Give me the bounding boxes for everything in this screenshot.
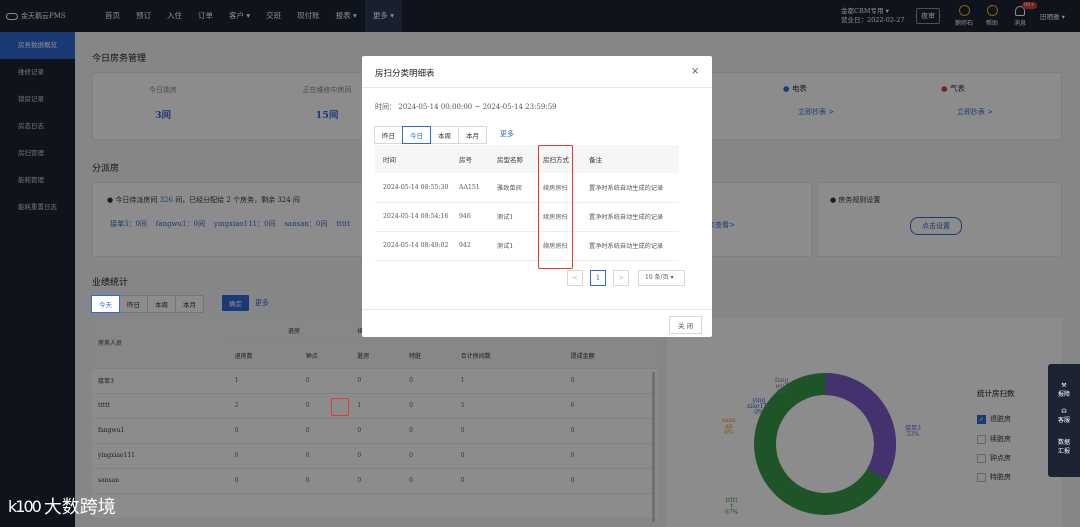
modal-close-button[interactable]: 关 闭 [669,316,703,334]
page-next-button[interactable]: > [613,270,629,286]
wrench-icon: ⚒ [1061,382,1067,389]
cell-room: 946 [451,202,489,232]
perf-tab-today[interactable]: 今天 [91,295,120,313]
cell-time: 2024-05-14 08:55:30 [375,173,451,203]
table-row: 2024-05-14 08:54:16 946 测试1 续房房扫 置净时系统自动生成的记… [375,202,679,232]
float-toolbar: ⚒ 报障 ☊ 客服 数据 汇报 [1048,364,1080,477]
modal-tab-yesterday[interactable]: 昨日 [374,126,403,144]
modal-table: 时间 房号 房型名称 房扫方式 备注 2024-05-14 08:55:30 AA… [375,145,679,261]
modal-tab-month[interactable]: 本月 [458,126,487,144]
mcol-time: 时间 [375,145,451,173]
cell-note: 置净时系统自动生成的记录 [581,202,679,232]
modal-footer-divider [362,309,712,310]
mcol-note: 备注 [581,145,679,173]
mcol-room: 房号 [451,145,489,173]
table-row: 2024-05-14 08:49:02 942 测试1 续房房扫 置净时系统自动生成的记… [375,231,679,261]
report-issue-button[interactable]: ⚒ 报障 [1048,364,1080,404]
modal-divider [362,87,712,88]
cell-type: 测试1 [489,202,535,232]
modal-tab-today[interactable]: 今日 [402,126,431,144]
cell-room: 942 [451,231,489,261]
cell-room: AA151 [451,173,489,203]
watermark-text: 大数跨境 [43,497,116,518]
modal-tab-week[interactable]: 本周 [430,126,459,144]
close-icon[interactable]: × [691,66,699,77]
cell-type: 测试1 [489,231,535,261]
cell-time: 2024-05-14 08:49:02 [375,231,451,261]
cell-note: 置净时系统自动生成的记录 [581,173,679,203]
mcol-type: 房型名称 [489,145,535,173]
cleaning-detail-modal: 房扫分类明细表 × 时间： 2024-05-14 00:00:00 ~ 2024… [362,56,712,337]
cell-note: 置净时系统自动生成的记录 [581,231,679,261]
data-report-button[interactable]: 数据 汇报 [1048,430,1080,456]
modal-time-range: 时间： 2024-05-14 00:00:00 ~ 2024-05-14 23:… [375,103,557,111]
modal-tabs: 昨日 今日 本周 本月 [374,126,487,144]
cell-time: 2024-05-14 08:54:16 [375,202,451,232]
cell-type: 雅致单间 [489,173,535,203]
headset-icon: ☊ [1061,408,1067,415]
customer-service-button[interactable]: ☊ 客服 [1048,404,1080,430]
page-number-1[interactable]: 1 [590,270,606,286]
page-prev-button[interactable]: < [567,270,583,286]
watermark: k100 大数跨境 [8,493,116,519]
modal-more-link[interactable]: 更多 [500,129,514,139]
page-size-select[interactable]: 10 条/页 ▾ [638,270,685,286]
pagination: < 1 > 10 条/页 ▾ [567,270,685,286]
table-row: 2024-05-14 08:55:30 AA151 雅致单间 续房房扫 置净时系统自动生… [375,173,679,203]
highlight-mode-column [538,145,573,269]
modal-title: 房扫分类明细表 [375,69,435,79]
highlight-dirty-cell [331,398,349,416]
watermark-logo: k100 [8,496,42,516]
